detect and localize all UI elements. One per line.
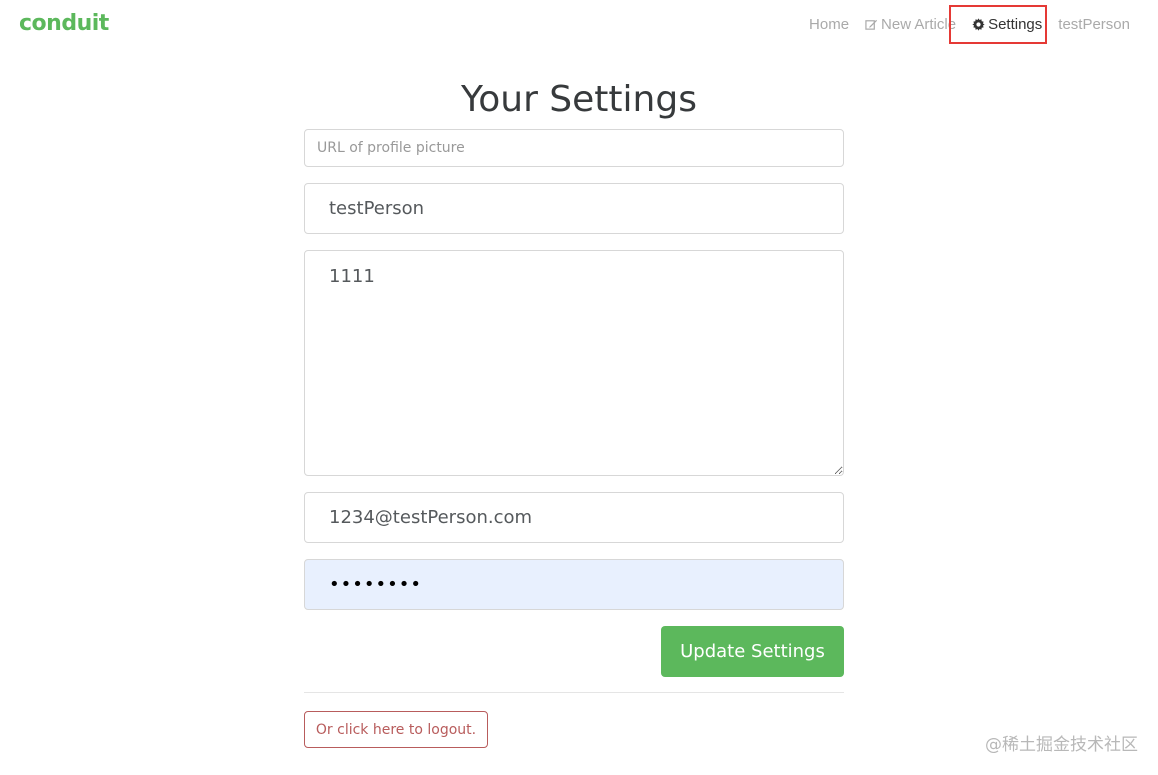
nav-new-article[interactable]: New Article <box>857 8 964 40</box>
brand-logo[interactable]: conduit <box>19 9 109 39</box>
gear-icon <box>972 17 985 31</box>
nav-home-label: Home <box>809 15 850 33</box>
divider <box>304 692 844 693</box>
compose-icon <box>865 18 878 31</box>
nav-settings-label: Settings <box>988 15 1043 33</box>
page-title: Your Settings <box>461 79 697 120</box>
bio-textarea[interactable]: 1111 <box>304 250 844 476</box>
watermark: @稀土掘金技术社区 <box>985 735 1138 755</box>
top-nav: Home New Article Settings testPerson <box>801 8 1138 40</box>
password-input[interactable] <box>304 559 844 610</box>
username-input[interactable] <box>304 183 844 234</box>
update-settings-button[interactable]: Update Settings <box>661 626 844 677</box>
nav-profile-label: testPerson <box>1058 15 1130 33</box>
profile-picture-url-input[interactable] <box>304 129 844 167</box>
email-input[interactable] <box>304 492 844 543</box>
nav-new-article-label: New Article <box>881 15 957 33</box>
nav-home[interactable]: Home <box>801 8 857 40</box>
nav-settings[interactable]: Settings <box>964 8 1050 40</box>
logout-button[interactable]: Or click here to logout. <box>304 711 488 748</box>
nav-profile[interactable]: testPerson <box>1050 8 1138 40</box>
